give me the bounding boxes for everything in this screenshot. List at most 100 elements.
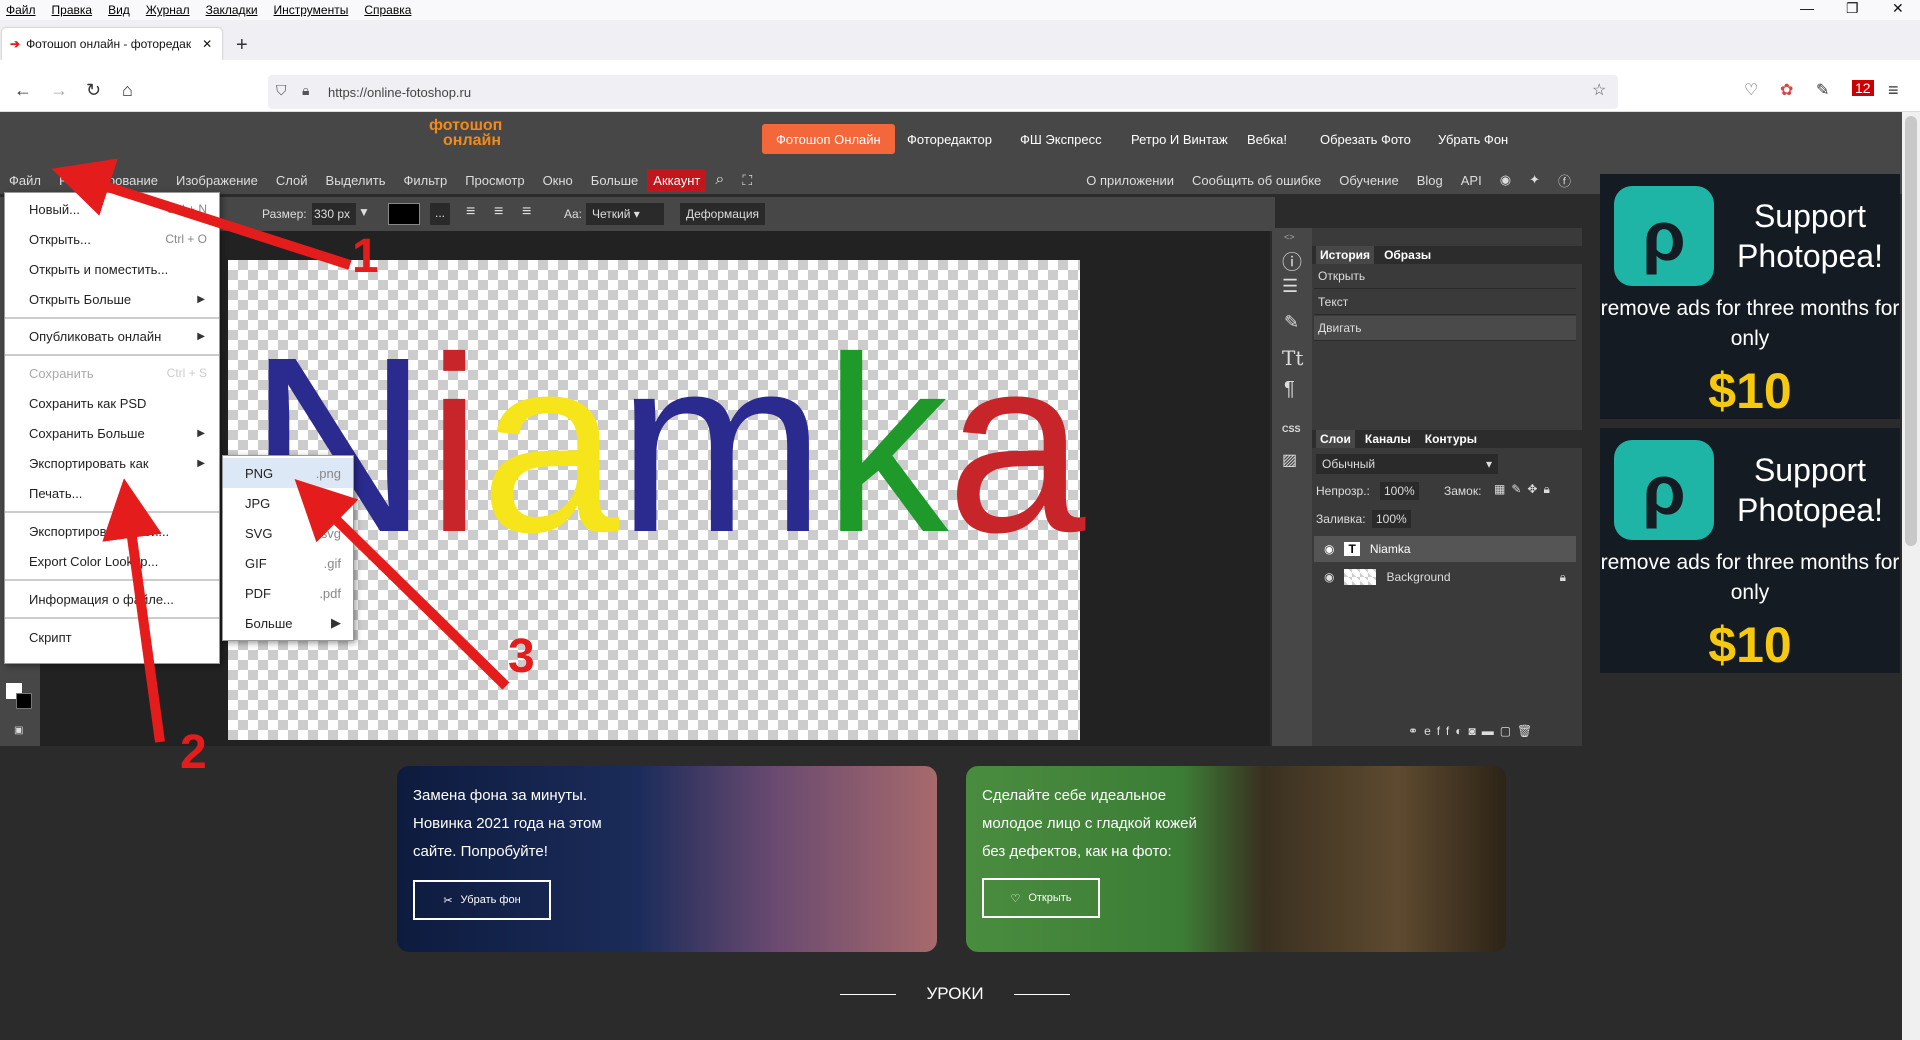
export-jpg[interactable]: JPG .jpg	[223, 488, 353, 518]
app-menu-image[interactable]: Изображение	[167, 173, 267, 188]
align-right-icon[interactable]: ≡	[522, 203, 531, 221]
shield-icon[interactable]: ⛉	[276, 82, 287, 99]
close-tab-icon[interactable]: ✕	[202, 37, 212, 51]
menu-script[interactable]: Скрипт	[5, 623, 219, 651]
scrollbar-thumb[interactable]	[1905, 116, 1917, 546]
warp-button[interactable]: Деформация	[680, 203, 766, 225]
adjustment-icon[interactable]: ◐	[1455, 724, 1468, 738]
menu-print[interactable]: Печать...	[5, 479, 219, 507]
bookmark-star-icon[interactable]: ☆	[1592, 80, 1606, 100]
lock-icon[interactable]: 🔒︎	[302, 82, 309, 99]
app-menu-window[interactable]: Окно	[534, 173, 582, 188]
history-row[interactable]: Текст	[1314, 290, 1576, 315]
account-button[interactable]: Аккаунт	[647, 168, 707, 192]
menu-save-more[interactable]: Сохранить Больше ▶	[5, 419, 219, 447]
layer-row-background[interactable]: ◉ Background 🔒︎	[1314, 564, 1576, 590]
pocket-icon[interactable]: ♡	[1744, 80, 1758, 100]
remove-bg-button[interactable]: ✂ Убрать фон	[413, 880, 551, 920]
lock-icons[interactable]: ▦✎✥🔒︎	[1494, 482, 1556, 497]
history-row[interactable]: Двигать	[1314, 316, 1576, 341]
app-menu-layer[interactable]: Слой	[267, 173, 317, 188]
menu-file-info[interactable]: Информация о файле...	[5, 585, 219, 613]
history-row[interactable]: Открыть	[1314, 264, 1576, 289]
tab-layers[interactable]: Слои	[1316, 430, 1355, 448]
open-button[interactable]: ♡ Открыть	[982, 878, 1100, 918]
menu-view[interactable]: Вид	[108, 3, 130, 17]
new-tab-button[interactable]: +	[236, 34, 248, 57]
export-gif[interactable]: GIF .gif	[223, 548, 353, 578]
colorwheel-icon[interactable]: ✿	[1780, 80, 1793, 100]
reload-icon[interactable]: ↻	[86, 80, 101, 101]
nav-photo-editor[interactable]: Фоторедактор	[893, 124, 1006, 154]
text-color-swatch[interactable]	[388, 203, 420, 225]
nav-remove-bg[interactable]: Убрать Фон	[1424, 124, 1522, 154]
export-svg[interactable]: SVG .svg	[223, 518, 353, 548]
extension-badge[interactable]: 12	[1852, 80, 1874, 96]
close-window-icon[interactable]: ✕	[1892, 0, 1904, 17]
tab-channels[interactable]: Каналы	[1361, 430, 1415, 448]
export-png[interactable]: PNG .png	[223, 458, 353, 488]
site-logo[interactable]: фотошоп онлайн	[405, 118, 515, 158]
eye-icon[interactable]: ◉	[1324, 542, 1334, 556]
eye-icon[interactable]: ◉	[1324, 570, 1334, 584]
nav-crop[interactable]: Обрезать Фото	[1306, 124, 1425, 154]
hamburger-menu-icon[interactable]: ≡	[1888, 80, 1899, 101]
menu-open-place[interactable]: Открыть и поместить...	[5, 255, 219, 283]
menu-open[interactable]: Открыть... Ctrl + O	[5, 225, 219, 253]
menu-history[interactable]: Журнал	[146, 3, 190, 17]
menu-help[interactable]: Справка	[364, 3, 411, 17]
promo-banner-face[interactable]: Сделайте себе идеальное молодое лицо с г…	[966, 766, 1506, 952]
new-layer-icon[interactable]: ▢	[1500, 724, 1517, 738]
effects-icon[interactable]: eff	[1424, 724, 1455, 738]
app-menu-file[interactable]: Файл	[0, 173, 50, 188]
page-scrollbar[interactable]	[1902, 112, 1920, 1040]
about-link[interactable]: О приложении	[1077, 173, 1183, 188]
menu-tools[interactable]: Инструменты	[274, 3, 349, 17]
nav-photoshop-online[interactable]: Фотошоп Онлайн	[762, 124, 895, 154]
antialias-select[interactable]: Четкий ▾	[586, 203, 664, 225]
tab-presets[interactable]: Образы	[1380, 246, 1435, 264]
fullscreen-icon[interactable]: ⛶	[733, 172, 761, 189]
image-canvas[interactable]: Niamka	[228, 260, 1085, 740]
menu-export-layers[interactable]: Экспортировать слои...	[5, 517, 219, 545]
trash-icon[interactable]: 🗑︎	[1517, 724, 1538, 738]
nav-retro[interactable]: Ретро И Винтаж	[1117, 124, 1242, 154]
nav-express[interactable]: ФШ Экспресс	[1006, 124, 1116, 154]
blend-mode-select[interactable]: Обычный ▾	[1316, 454, 1498, 474]
link-icon[interactable]: ⚭	[1408, 724, 1424, 738]
folder-icon[interactable]: ▬	[1482, 724, 1500, 738]
collapse-icon[interactable]: <>	[1284, 232, 1295, 242]
export-more[interactable]: Больше ▶	[223, 608, 353, 638]
menu-save[interactable]: Сохранить Ctrl + S	[5, 359, 219, 387]
ad-card[interactable]: ρ Support Photopea! remove ads for three…	[1600, 174, 1900, 419]
app-menu-filter[interactable]: Фильтр	[395, 173, 457, 188]
fill-input[interactable]: 100%	[1372, 510, 1411, 528]
opacity-input[interactable]: 100%	[1380, 482, 1419, 500]
app-menu-select[interactable]: Выделить	[317, 173, 395, 188]
back-icon[interactable]: ←	[14, 80, 32, 101]
nav-webcam[interactable]: Вебка!	[1233, 124, 1301, 154]
menu-file[interactable]: Файл	[6, 3, 36, 17]
export-pdf[interactable]: PDF .pdf	[223, 578, 353, 608]
align-left-icon[interactable]: ≡	[466, 203, 475, 221]
mask-icon[interactable]: ◙	[1468, 724, 1481, 738]
facebook-icon[interactable]: ⓕ	[1549, 171, 1580, 190]
menu-save-psd[interactable]: Сохранить как PSD	[5, 389, 219, 417]
report-bug-link[interactable]: Сообщить об ошибке	[1183, 173, 1330, 188]
app-menu-edit[interactable]: Редактирование	[50, 173, 167, 188]
align-center-icon[interactable]: ≡	[494, 203, 503, 221]
paragraph-icon[interactable]: ¶	[1284, 378, 1295, 401]
menu-open-more[interactable]: Открыть Больше ▶	[5, 285, 219, 313]
url-bar[interactable]: https://online-fotoshop.ru	[268, 75, 1618, 109]
size-input[interactable]: 330 px	[312, 203, 356, 225]
learn-link[interactable]: Обучение	[1330, 173, 1407, 188]
twitter-icon[interactable]: ✦	[1520, 172, 1549, 188]
api-link[interactable]: API	[1452, 173, 1491, 188]
adjustments-icon[interactable]: ☰	[1282, 276, 1298, 297]
tab-history[interactable]: История	[1316, 246, 1375, 264]
forward-icon[interactable]: →	[50, 80, 68, 101]
font-options-button[interactable]: ...	[430, 203, 450, 225]
menu-edit[interactable]: Правка	[52, 3, 93, 17]
ad-card[interactable]: ρ Support Photopea! remove ads for three…	[1600, 428, 1900, 673]
image-icon[interactable]: ▨	[1282, 450, 1297, 470]
